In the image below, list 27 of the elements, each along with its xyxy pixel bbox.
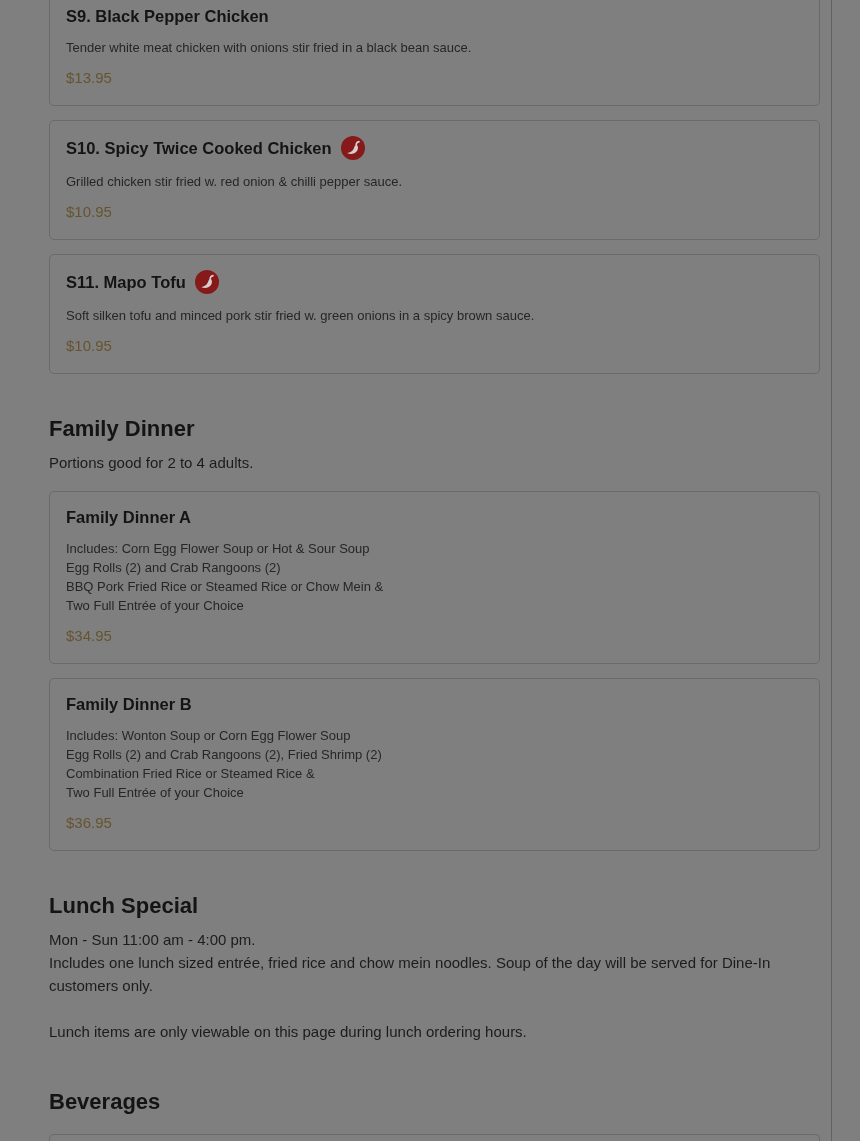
item-name: S9. Black Pepper Chicken [66,6,269,27]
item-price: $10.95 [66,202,112,222]
item-description: Includes: Corn Egg Flower Soup or Hot & Sour Soup Egg Rolls (2) and Crab Rangoons (2) BBQ Pork Fried Rice or Steamed Rice or Chow Mein & Two Full Entrée of your Choice [66,540,385,615]
section-note: Lunch items are only viewable on this page during lunch ordering hours. [49,1022,528,1042]
menu-item-card[interactable]: S11. Mapo Tofu Soft silken tofu and minced pork stir fried w. green onions in a spicy brown sauce. $10.95 [49,254,820,374]
item-name: Family Dinner B [66,694,192,715]
item-name: S10. Spicy Twice Cooked Chicken [66,138,332,159]
item-price: $36.95 [66,813,112,833]
menu-item-card[interactable]: S9. Black Pepper Chicken Tender white meat chicken with onions stir fried in a black bean sauce. $13.95 [49,0,820,106]
menu-item-card[interactable]: Family Dinner B Includes: Wonton Soup or Corn Egg Flower Soup Egg Rolls (2) and Crab Rangoons (2), Fried Shrimp (2) Combination Fried Rice or Steamed Rice & Two Full Entrée of your Choice $36.95 [49,678,820,851]
item-name: Family Dinner A [66,507,191,528]
section-description: Includes one lunch sized entrée, fried rice and chow mein noodles. Soup of the day will be served for Dine-In customers only. [49,953,772,996]
menu-item-card[interactable]: Family Dinner A Includes: Corn Egg Flower Soup or Hot & Sour Soup Egg Rolls (2) and Crab Rangoons (2) BBQ Pork Fried Rice or Steamed Rice or Chow Mein & Two Full Entrée of your Choice $34.95 [49,491,820,664]
lunch-hours: Mon - Sun 11:00 am - 4:00 pm. [49,930,257,950]
item-description: Includes: Wonton Soup or Corn Egg Flower Soup Egg Rolls (2) and Crab Rangoons (2), Fried Shrimp (2) Combination Fried Rice or Steamed Rice & Two Full Entrée of your Choice [66,727,383,802]
section-heading: Lunch Special [49,892,200,920]
item-description: Tender white meat chicken with onions stir fried in a black bean sauce. [66,39,473,57]
item-price: $13.95 [66,68,112,88]
section-heading: Beverages [49,1088,162,1116]
item-description: Grilled chicken stir fried w. red onion & chilli pepper sauce. [66,173,403,191]
item-price: $34.95 [66,626,112,646]
item-description: Soft silken tofu and minced pork stir fried w. green onions in a spicy brown sauce. [66,307,536,325]
section-subtitle: Portions good for 2 to 4 adults. [49,453,255,473]
section-heading: Family Dinner [49,415,196,443]
menu-item-card[interactable]: S10. Spicy Twice Cooked Chicken Grilled chicken stir fried w. red onion & chilli pepper sauce. $10.95 [49,120,820,240]
item-name: S11. Mapo Tofu [66,272,186,293]
item-price: $10.95 [66,336,112,356]
